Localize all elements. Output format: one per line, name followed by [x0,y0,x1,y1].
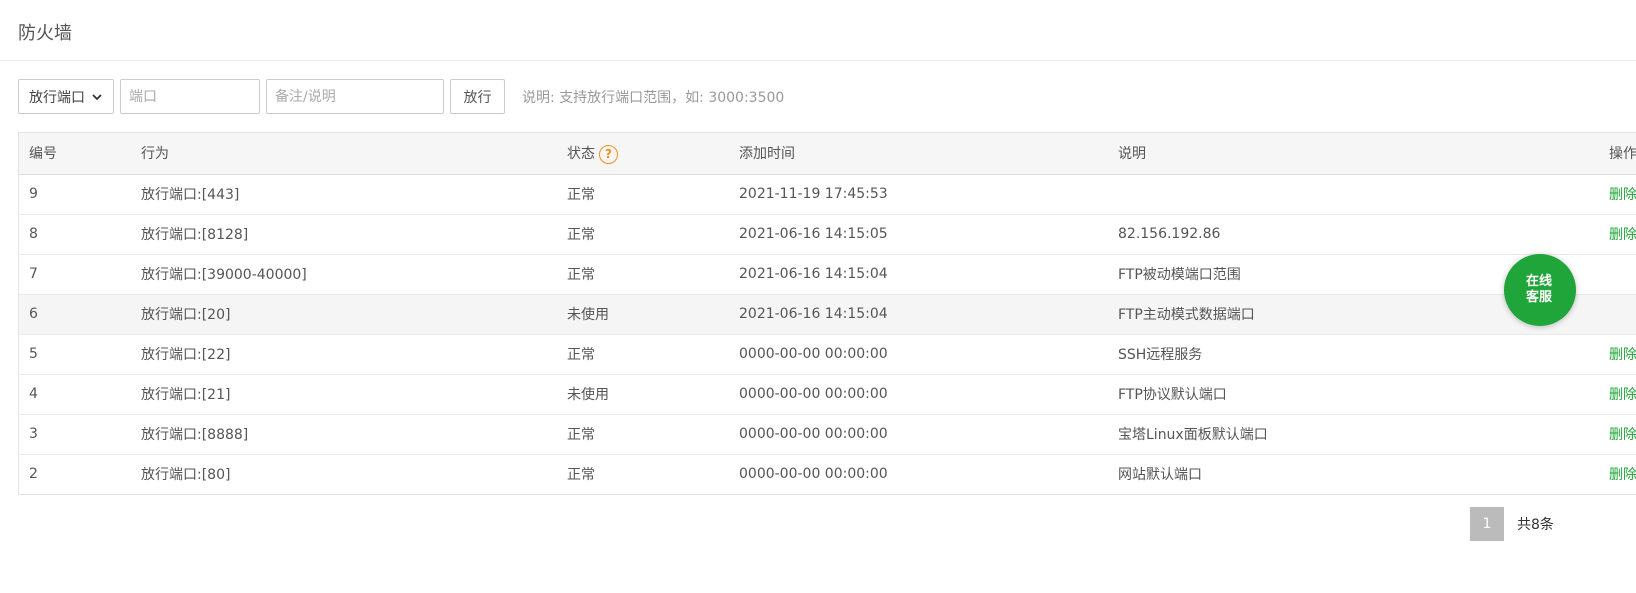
cell-added: 0000-00-00 00:00:00 [729,374,1108,415]
table-header-row: 编号 行为 状态? 添加时间 说明 操作 [19,133,1636,175]
cell-action: 放行端口:[80] [141,467,231,484]
cell-added: 0000-00-00 00:00:00 [729,414,1108,455]
cell-action: 放行端口:[8888] [131,414,557,455]
cell-id: 7 [19,254,131,295]
cell-status: 正常 [557,414,729,455]
cell-status: 正常 [557,214,729,255]
cell-action: 放行端口:[443] [131,174,557,215]
cell-status: 未使用 [557,374,729,415]
cell-id: 3 [19,414,131,455]
cell-action: 放行端口:[39000-40000] [131,254,557,295]
cell-action: 放行端口:[8128] [131,214,557,255]
delete-link[interactable]: 删除 [1609,387,1636,403]
col-header-desc: 说明 [1108,133,1521,175]
note-input[interactable] [266,79,444,114]
hint-text: 说明: 支持放行端口范围，如: 3000:3500 [522,89,785,106]
cell-op: 删除 [1521,414,1636,455]
table-row: 6 放行端口:[20] 未使用 2021-06-16 14:15:04 FTP主… [19,294,1636,335]
cell-desc: SSH远程服务 [1108,334,1521,375]
allow-button[interactable]: 放行 [450,79,505,114]
cell-added: 0000-00-00 00:00:00 [729,334,1108,375]
cell-added: 0000-00-00 00:00:00 [739,466,888,483]
cell-desc: 宝塔Linux面板默认端口 [1108,414,1521,455]
page-number-current[interactable]: 1 [1470,507,1504,541]
online-support-label-1: 在线 [1526,274,1553,289]
cell-desc: FTP被动模端口范围 [1108,254,1521,295]
cell-desc: 网站默认端口 [1118,467,1202,484]
cell-id: 2 [29,466,38,483]
rule-type-select[interactable]: 放行端口 [18,79,114,114]
page-total-count: 共8条 [1517,517,1554,533]
col-header-added: 添加时间 [729,133,1108,175]
cell-status: 正常 [557,334,729,375]
rule-type-select-value: 放行端口 [29,89,85,106]
cell-status: 正常 [557,254,729,295]
cell-action: 放行端口:[20] [131,294,557,335]
col-header-id: 编号 [19,133,131,175]
cell-added: 2021-06-16 14:15:04 [729,254,1108,295]
table-row: 7 放行端口:[39000-40000] 正常 2021-06-16 14:15… [19,254,1636,295]
delete-link[interactable]: 删除 [1609,187,1636,203]
col-header-status: 状态? [557,133,729,175]
page-header: 防火墙 [0,0,1636,61]
table-row: 8 放行端口:[8128] 正常 2021-06-16 14:15:05 82.… [19,214,1636,255]
cell-op: 删除 [1521,334,1636,375]
cell-added: 2021-11-19 17:45:53 [729,174,1108,215]
table-row: 2 放行端口:[80] 正常 0000-00-00 00:00:00 网站默认端… [19,454,1636,494]
table-row: 5 放行端口:[22] 正常 0000-00-00 00:00:00 SSH远程… [19,334,1636,375]
cell-id: 4 [19,374,131,415]
cell-id: 8 [19,214,131,255]
cell-desc: FTP协议默认端口 [1108,374,1521,415]
cell-status: 正常 [557,174,729,215]
table-row: 9 放行端口:[443] 正常 2021-11-19 17:45:53 删除 [19,174,1636,215]
cell-status: 正常 [567,467,595,484]
cell-op: 删除 [1521,174,1636,215]
col-header-op: 操作 [1521,133,1636,175]
cell-desc: FTP主动模式数据端口 [1108,294,1521,335]
online-support-button[interactable]: 在线 客服 [1504,254,1576,326]
chevron-down-icon [92,93,102,100]
cell-id: 6 [19,294,131,335]
page-title: 防火墙 [18,23,72,44]
pagination: 1 共8条 [1470,507,1554,541]
firewall-table: 编号 行为 状态? 添加时间 说明 操作 9 放行端口:[443] 正常 202… [18,132,1636,495]
help-icon[interactable]: ? [599,144,618,164]
port-input[interactable] [120,79,260,114]
cell-op: 删除 [1521,454,1636,494]
cell-op: 删除 [1521,374,1636,415]
cell-added: 2021-06-16 14:15:04 [729,294,1108,335]
delete-link[interactable]: 删除 [1609,467,1636,483]
col-header-action: 行为 [131,133,557,175]
cell-status: 未使用 [557,294,729,335]
cell-op: 删除 [1521,214,1636,255]
table-row: 4 放行端口:[21] 未使用 0000-00-00 00:00:00 FTP协… [19,374,1636,415]
cell-desc [1108,174,1521,215]
cell-action: 放行端口:[22] [131,334,557,375]
delete-link[interactable]: 删除 [1609,227,1636,243]
cell-added: 2021-06-16 14:15:05 [729,214,1108,255]
online-support-label-2: 客服 [1526,290,1553,305]
cell-desc: 82.156.192.86 [1108,214,1521,255]
delete-link[interactable]: 删除 [1609,427,1636,443]
cell-id: 9 [19,174,131,215]
cell-action: 放行端口:[21] [131,374,557,415]
delete-link[interactable]: 删除 [1609,347,1636,363]
col-header-status-label: 状态 [567,146,595,162]
table-row: 3 放行端口:[8888] 正常 0000-00-00 00:00:00 宝塔L… [19,414,1636,455]
cell-id: 5 [19,334,131,375]
toolbar: 放行端口 放行 说明: 支持放行端口范围，如: 3000:3500 [18,79,784,114]
